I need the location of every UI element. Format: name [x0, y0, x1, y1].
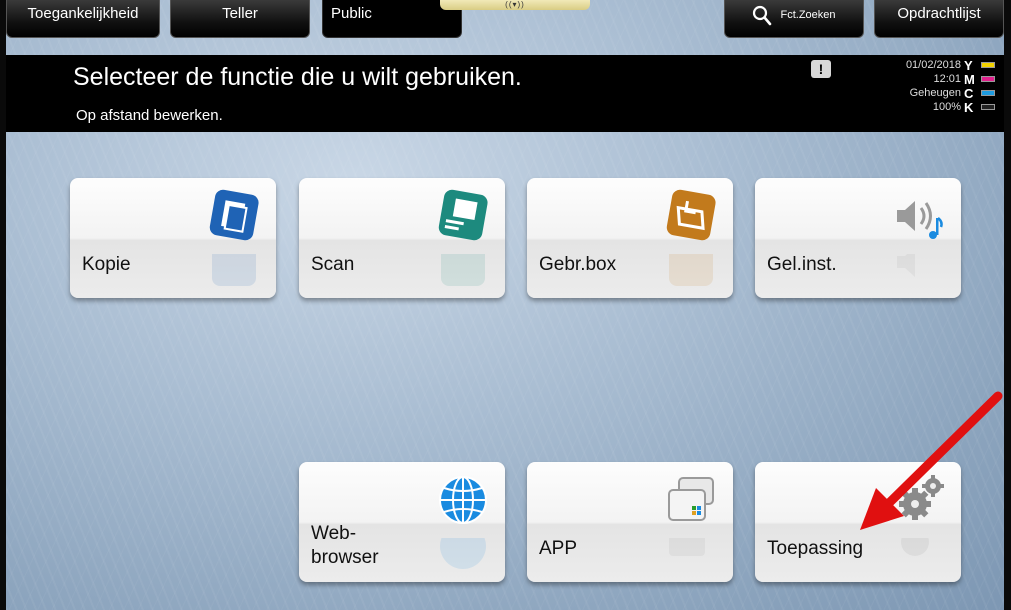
app-label: APP: [539, 538, 578, 559]
page-subtitle: Op afstand bewerken.: [76, 107, 223, 124]
app-icon-reflection: [663, 538, 719, 574]
toner-row-cyan: C: [964, 85, 1004, 101]
top-tab-bar: Toegankelijkheid Teller Public ((▾)) Fct…: [6, 0, 1004, 40]
toner-letter-m: M: [964, 71, 975, 87]
toner-row-black: K: [964, 99, 1004, 115]
user-box-icon: [663, 188, 719, 244]
toner-row-magenta: M: [964, 71, 1004, 87]
tab-accessibility-label: Toegankelijkheid: [27, 5, 139, 22]
status-notch: ((▾)): [440, 0, 590, 10]
copy-icon-reflection: [206, 254, 262, 290]
sound-settings-label: Gel.inst.: [767, 254, 837, 275]
copy-label: Kopie: [82, 254, 131, 275]
toner-bar-yellow: [981, 62, 995, 68]
speaker-icon: [891, 188, 947, 244]
date-text: 01/02/2018: [905, 59, 961, 71]
scan-icon: [435, 188, 491, 244]
status-info: 01/02/2018 12:01 Geheugen 100%: [866, 58, 961, 114]
web-browser-label-line1: Web-: [311, 523, 357, 544]
search-function-button[interactable]: Fct.Zoeken: [724, 0, 864, 38]
search-icon: [752, 5, 772, 31]
gears-icon-reflection: [891, 538, 947, 574]
warning-icon[interactable]: !: [811, 60, 831, 78]
application-label: Toepassing: [767, 538, 864, 559]
toner-bar-black: [981, 104, 995, 110]
toner-bar-cyan: [981, 90, 995, 96]
scan-tile[interactable]: Scan: [299, 178, 505, 298]
scan-label: Scan: [311, 254, 355, 275]
toner-row-yellow: Y: [964, 57, 1004, 73]
red-arrow-annotation: [860, 391, 1003, 530]
toner-bar-magenta: [981, 76, 995, 82]
memory-value: 100%: [932, 101, 961, 113]
user-box-icon-reflection: [663, 254, 719, 290]
web-browser-label-line2: browser: [311, 547, 379, 568]
message-header: Selecteer de functie die u wilt gebruike…: [6, 55, 1004, 132]
toner-letter-y: Y: [964, 57, 973, 73]
speaker-icon-reflection: [891, 254, 947, 290]
globe-icon-reflection: [435, 538, 491, 574]
page-title: Selecteer de functie die u wilt gebruike…: [73, 63, 522, 91]
scan-icon-reflection: [435, 254, 491, 290]
user-box-label: Gebr.box: [539, 254, 617, 275]
tab-counter[interactable]: Teller: [170, 0, 310, 38]
search-function-label: Fct.Zoeken: [780, 9, 836, 21]
control-panel-screen: Toegankelijkheid Teller Public ((▾)) Fct…: [6, 0, 1004, 610]
copy-icon: [206, 188, 262, 244]
web-browser-label: Web- browser: [311, 522, 379, 570]
web-browser-tile[interactable]: Web- browser: [299, 462, 505, 582]
tab-accessibility[interactable]: Toegankelijkheid: [6, 0, 160, 38]
memory-label: Geheugen: [909, 87, 961, 99]
toner-letter-k: K: [964, 99, 974, 115]
toner-letter-c: C: [964, 85, 974, 101]
globe-icon: [435, 472, 491, 528]
tab-public-label: Public: [331, 5, 372, 22]
user-box-tile[interactable]: Gebr.box: [527, 178, 733, 298]
time-text: 12:01: [933, 73, 961, 85]
app-tile[interactable]: APP: [527, 462, 733, 582]
app-windows-icon: [663, 472, 719, 528]
copy-tile[interactable]: Kopie: [70, 178, 276, 298]
toner-levels: Y M C K: [964, 57, 1004, 115]
tab-job-list-label: Opdrachtlijst: [897, 5, 981, 22]
tab-job-list[interactable]: Opdrachtlijst: [874, 0, 1004, 38]
tab-counter-label: Teller: [222, 5, 258, 22]
sound-settings-tile[interactable]: Gel.inst.: [755, 178, 961, 298]
